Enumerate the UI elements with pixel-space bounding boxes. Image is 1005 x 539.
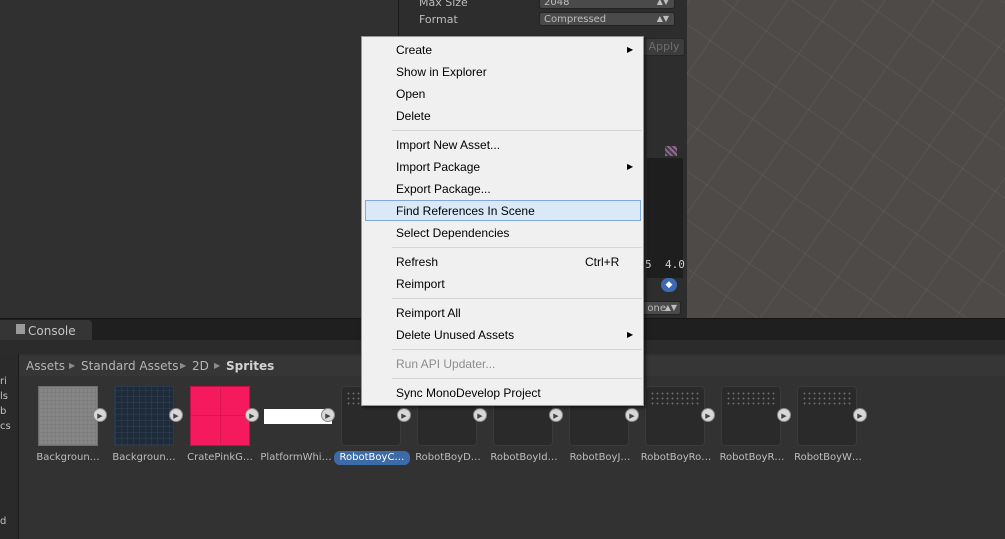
tree-item-fragment[interactable]: cs [0, 421, 11, 432]
asset-label[interactable]: Backgroun… [30, 452, 106, 463]
max-size-label: Max Size [419, 0, 468, 9]
asset-label[interactable]: RobotBoyId… [486, 452, 562, 463]
expand-play-icon[interactable]: ▶ [93, 408, 107, 422]
tree-item-fragment[interactable]: ls [0, 391, 8, 402]
preview-value-1: 5 [645, 258, 652, 271]
submenu-arrow-icon: ▶ [627, 45, 634, 54]
menu-item-delete[interactable]: Delete [396, 105, 431, 127]
format-label: Format [419, 13, 458, 26]
expand-play-icon[interactable]: ▶ [245, 408, 259, 422]
menu-item-refresh[interactable]: Refresh [396, 251, 438, 273]
asset-thumbnail[interactable] [190, 386, 250, 446]
expand-play-icon[interactable]: ▶ [397, 408, 411, 422]
dropdown-arrow-icon: ▲▼ [656, 0, 669, 6]
context-menu: Create ▶ Show in Explorer Open Delete Im… [361, 36, 644, 406]
menu-separator [392, 130, 642, 131]
checker-icon [665, 146, 677, 156]
expand-play-icon[interactable]: ▶ [853, 408, 867, 422]
format-dropdown[interactable]: Compressed ▲▼ [539, 12, 675, 26]
expand-play-icon[interactable]: ▶ [777, 408, 791, 422]
menu-item-reimport-all[interactable]: Reimport All [396, 302, 461, 324]
label-tag-icon[interactable]: ◆ [661, 278, 677, 292]
asset-label[interactable]: RobotBoyJ… [562, 452, 638, 463]
submenu-arrow-icon: ▶ [627, 162, 634, 171]
tree-item-fragment[interactable]: d [0, 516, 6, 527]
max-size-value: 2048 [544, 0, 570, 8]
breadcrumb-item-standard-assets[interactable]: Standard Assets [81, 359, 178, 373]
asset-thumbnail[interactable] [645, 386, 705, 446]
breadcrumb-item-2d[interactable]: 2D [192, 359, 209, 373]
menu-separator [392, 378, 642, 379]
menu-item-import-package[interactable]: Import Package [396, 156, 480, 178]
menu-item-delete-unused-assets[interactable]: Delete Unused Assets [396, 324, 514, 346]
menu-item-run-api-updater: Run API Updater... [396, 357, 496, 371]
menu-item-open[interactable]: Open [396, 83, 425, 105]
dropdown-arrow-icon: ▲▼ [656, 14, 669, 23]
submenu-arrow-icon: ▶ [627, 330, 634, 339]
menu-separator [392, 298, 642, 299]
breadcrumb-separator-icon: ▶ [180, 361, 187, 370]
menu-item-export-package[interactable]: Export Package... [396, 178, 491, 200]
menu-item-create[interactable]: Create [396, 39, 432, 61]
dropdown-arrow-icon: ▲▼ [664, 303, 677, 312]
menu-item-show-in-explorer[interactable]: Show in Explorer [396, 61, 487, 83]
asset-label[interactable]: RobotBoyD… [410, 452, 486, 463]
max-size-dropdown[interactable]: 2048 ▲▼ [539, 0, 675, 9]
console-icon [16, 324, 25, 334]
menu-item-select-dependencies[interactable]: Select Dependencies [396, 222, 509, 244]
breadcrumb-separator-icon: ▶ [214, 361, 221, 370]
asset-thumbnail[interactable] [721, 386, 781, 446]
menu-separator [392, 247, 642, 248]
console-tab-label: Console [28, 324, 76, 338]
expand-play-icon[interactable]: ▶ [473, 408, 487, 422]
menu-item-reimport[interactable]: Reimport [396, 273, 445, 295]
asset-label[interactable]: CratePinkG… [182, 452, 258, 463]
breadcrumb-item-sprites[interactable]: Sprites [226, 359, 274, 373]
asset-label[interactable]: Backgroun… [106, 452, 182, 463]
asset-label[interactable]: RobotBoyR… [714, 452, 790, 463]
expand-play-icon[interactable]: ▶ [701, 408, 715, 422]
menu-shortcut-refresh: Ctrl+R [585, 255, 620, 269]
apply-button[interactable]: Apply [643, 38, 685, 56]
expand-play-icon[interactable]: ▶ [549, 408, 563, 422]
expand-play-icon[interactable]: ▶ [625, 408, 639, 422]
tree-item-fragment[interactable]: b [0, 406, 6, 417]
scene-hierarchy-area [0, 0, 398, 318]
preview-value-2: 4.0 [665, 258, 685, 271]
asset-thumbnail[interactable] [114, 386, 174, 446]
breadcrumb-separator-icon: ▶ [69, 361, 76, 370]
expand-play-icon[interactable]: ▶ [321, 408, 335, 422]
assetbundle-value: one [647, 303, 666, 314]
asset-label[interactable]: RobotBoyRo… [638, 452, 714, 463]
asset-thumbnail[interactable] [797, 386, 857, 446]
format-value: Compressed [544, 14, 607, 25]
asset-thumbnail[interactable] [38, 386, 98, 446]
tree-item-fragment[interactable]: ri [0, 376, 7, 387]
breadcrumb-item-assets[interactable]: Assets [26, 359, 65, 373]
menu-separator [392, 349, 642, 350]
asset-label-selected[interactable]: RobotBoyC… [334, 451, 410, 465]
asset-label[interactable]: PlatformWhi… [258, 452, 334, 463]
menu-item-find-references-in-scene[interactable]: Find References In Scene [396, 200, 535, 222]
expand-play-icon[interactable]: ▶ [169, 408, 183, 422]
menu-item-sync-monodevelop-project[interactable]: Sync MonoDevelop Project [396, 382, 541, 404]
menu-item-import-new-asset[interactable]: Import New Asset... [396, 134, 500, 156]
scene-view[interactable] [687, 0, 1005, 318]
asset-label[interactable]: RobotBoyW… [790, 452, 866, 463]
